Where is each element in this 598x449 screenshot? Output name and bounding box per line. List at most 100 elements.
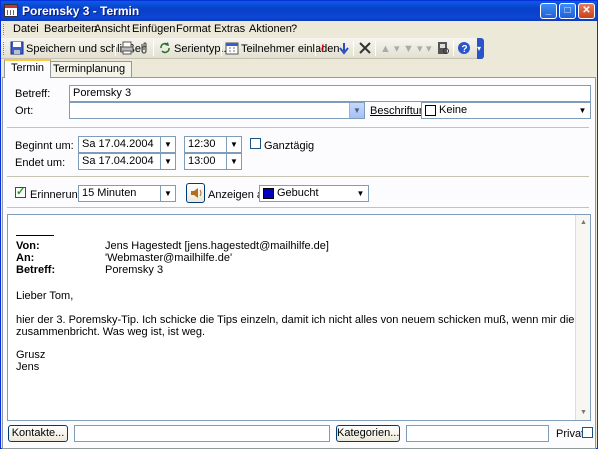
menu-format[interactable]: Format [176, 23, 211, 35]
chevron-down-icon[interactable]: ▼ [226, 137, 241, 152]
start-date-value: Sa 17.04.2004 [82, 138, 154, 150]
allday-label: Ganztägig [264, 140, 315, 152]
message-subject-value: Poremsky 3 [105, 264, 164, 276]
rule-line [16, 235, 54, 236]
categories-button[interactable]: Kategorien... [336, 425, 400, 442]
contacts-button[interactable]: Kontakte... [8, 425, 68, 442]
end-date-dropdown[interactable]: Sa 17.04.2004 ▼ [78, 153, 176, 170]
chevron-down-icon[interactable]: ▼ [160, 137, 175, 152]
paperclip-icon [137, 41, 151, 55]
divider [7, 176, 589, 177]
start-time-dropdown[interactable]: 12:30 ▼ [184, 136, 242, 153]
subject-label: Betreff: [15, 88, 51, 100]
chevron-down-icon[interactable]: ▼ [160, 154, 175, 169]
importance-high-button[interactable]: ! [321, 41, 325, 57]
menu-bearbeiten[interactable]: Bearbeiten [44, 23, 97, 35]
chevron-down-icon[interactable]: ▼ [353, 186, 368, 201]
greeting: Lieber Tom, [16, 290, 74, 302]
delete-button[interactable] [358, 41, 374, 57]
reminder-checkbox[interactable] [15, 185, 26, 198]
window-title: Poremsky 3 - Termin [22, 4, 140, 18]
scroll-up-icon[interactable]: ▲ [578, 217, 589, 228]
toolbar-options-button[interactable] [477, 38, 484, 59]
signature: Jens [16, 361, 40, 373]
more-arrow-button[interactable]: ▾ [426, 41, 432, 57]
toolbar-separator [115, 41, 116, 56]
appointment-icon [4, 4, 18, 17]
message-line: zusammenbricht. Was weg ist, ist weg. [16, 326, 206, 338]
print-icon [120, 41, 134, 55]
divider [7, 207, 589, 208]
next-item-button[interactable]: ▼ ▾ [403, 41, 422, 57]
menu-aktionen[interactable]: Aktionen [249, 23, 292, 35]
private-checkbox[interactable] [582, 427, 593, 438]
tab-termin[interactable]: Termin [4, 59, 52, 78]
chevron-down-icon[interactable]: ▼ [160, 186, 175, 201]
reminder-sound-button[interactable] [186, 183, 205, 203]
notes-body[interactable]: Von: Jens Hagestedt [jens.hagestedt@mail… [7, 214, 591, 421]
toolbar-separator [375, 41, 376, 56]
menu-ansicht[interactable]: Ansicht [94, 23, 130, 35]
toolbar-separator [221, 41, 222, 56]
chevron-down-icon[interactable]: ▼ [575, 103, 590, 118]
toolbar-separator [453, 41, 454, 56]
previous-item-button[interactable]: ▲ ▾ [380, 41, 399, 57]
address-book-icon [436, 41, 450, 55]
help-icon: ? [457, 41, 471, 55]
allday-checkbox[interactable] [250, 138, 261, 149]
maximize-button[interactable]: □ [559, 3, 576, 19]
tab-strip: Termin Terminplanung [1, 59, 597, 78]
svg-text:?: ? [462, 44, 468, 55]
help-button[interactable]: ? [457, 41, 473, 57]
subject-input[interactable]: Poremsky 3 [69, 85, 591, 102]
menu-datei[interactable]: Datei [13, 23, 39, 35]
menu-einfuegen[interactable]: Einfügen [132, 23, 175, 35]
speaker-icon [189, 188, 203, 203]
recurrence-button[interactable]: Serientyp... [158, 41, 230, 57]
location-label: Ort: [15, 105, 34, 117]
chevron-down-icon[interactable]: ▼ [349, 103, 364, 118]
toolbar-separator [153, 41, 154, 56]
start-date-dropdown[interactable]: Sa 17.04.2004 ▼ [78, 136, 176, 153]
end-time-value: 13:00 [188, 155, 216, 167]
menu-help[interactable]: ? [291, 23, 297, 35]
up-arrow-icon: ▲ ▾ [380, 43, 400, 55]
label-category-value: Keine [439, 104, 468, 116]
reminder-value: 15 Minuten [82, 187, 137, 199]
categories-input[interactable] [406, 425, 549, 442]
tab-terminplanung[interactable]: Terminplanung [46, 61, 133, 77]
showas-value: Gebucht [277, 187, 319, 199]
invite-attendees-label: Teilnehmer einladen [241, 43, 340, 55]
location-combobox[interactable]: ▼ [69, 102, 365, 119]
chevron-down-icon[interactable]: ▼ [226, 154, 241, 169]
reminder-dropdown[interactable]: 15 Minuten ▼ [78, 185, 176, 202]
title-bar[interactable]: Poremsky 3 - Termin _ □ ✕ [1, 1, 597, 21]
address-book-button[interactable] [436, 41, 452, 57]
start-time-value: 12:30 [188, 138, 216, 150]
menu-extras[interactable]: Extras [214, 23, 245, 35]
start-label: Beginnt um: [15, 140, 74, 152]
end-time-dropdown[interactable]: 13:00 ▼ [184, 153, 242, 170]
label-color-swatch [425, 105, 436, 116]
down-arrow-icon [337, 41, 351, 55]
menu-grip[interactable] [3, 24, 6, 35]
recurrence-icon [158, 41, 172, 55]
toolbar-separator [353, 41, 354, 56]
showas-dropdown[interactable]: Gebucht ▼ [259, 185, 369, 202]
exclamation-icon: ! [321, 43, 325, 55]
print-button[interactable] [120, 41, 136, 57]
attach-button[interactable] [137, 41, 153, 57]
delete-icon [358, 41, 372, 55]
importance-low-button[interactable] [337, 41, 353, 57]
vertical-scrollbar[interactable]: ▲ ▼ [575, 215, 590, 420]
contacts-input[interactable] [74, 425, 330, 442]
menu-bar: Datei Bearbeiten Ansicht Einfügen Format… [1, 21, 597, 38]
scroll-down-icon[interactable]: ▼ [578, 407, 589, 418]
divider [7, 127, 589, 128]
label-category-dropdown[interactable]: Keine ▼ [421, 102, 591, 119]
busy-color-swatch [263, 188, 274, 199]
toolbar-grip[interactable] [3, 42, 6, 55]
minimize-button[interactable]: _ [540, 3, 557, 19]
private-label: Privat [556, 428, 585, 440]
close-button[interactable]: ✕ [578, 3, 595, 19]
